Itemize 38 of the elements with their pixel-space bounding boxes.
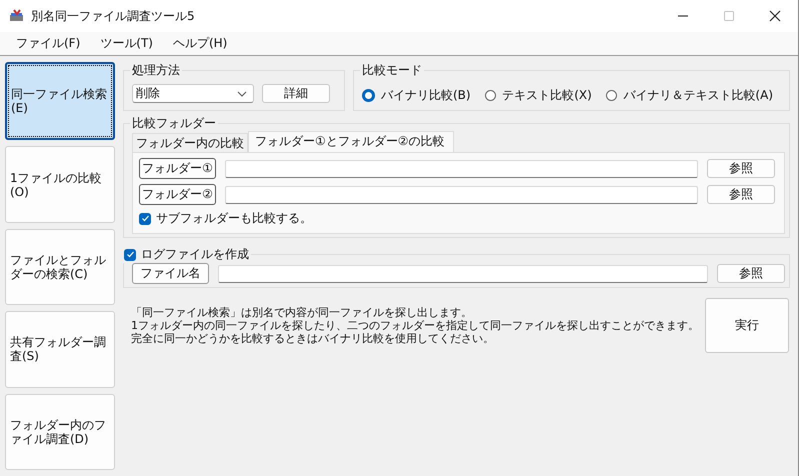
folder-path-field[interactable] bbox=[225, 186, 698, 204]
browse-button[interactable]: 参照 bbox=[707, 159, 775, 178]
browse-button[interactable]: 参照 bbox=[717, 264, 785, 283]
file-name-button[interactable]: ファイル名 bbox=[132, 263, 209, 284]
radio-option[interactable]: バイナリ＆テキスト比較(A) bbox=[606, 87, 773, 104]
method-dropdown[interactable]: 削除 bbox=[132, 84, 254, 103]
checkbox-label: サブフォルダーも比較する。 bbox=[156, 210, 312, 227]
radio-option[interactable]: テキスト比較(X) bbox=[485, 87, 592, 104]
window-title: 別名同一ファイル調査ツール5 bbox=[31, 8, 195, 24]
folder-button[interactable]: フォルダー② bbox=[139, 184, 216, 205]
file-name-field[interactable] bbox=[218, 264, 708, 282]
group-label: 比較フォルダー bbox=[131, 115, 217, 132]
sidebar-button[interactable]: フォルダー内のファイル調査(D) bbox=[5, 394, 115, 470]
folder-button[interactable]: フォルダー① bbox=[139, 158, 216, 179]
group-label: 処理方法 bbox=[131, 62, 181, 79]
menu-item[interactable]: ツール(T) bbox=[92, 33, 161, 54]
run-button[interactable]: 実行 bbox=[705, 298, 789, 353]
folder-path-field[interactable] bbox=[225, 160, 698, 178]
menu-item[interactable]: ファイル(F) bbox=[8, 33, 88, 54]
checkbox[interactable] bbox=[139, 212, 151, 224]
description-text: 「同一ファイル検索」は別名で内容が同一ファイルを探し出します。 1フォルダー内の同一ファイルを探したり、二つのフォルダーを指定して同一ファイルを探し出すことができます。 完全に同一かどうかを比較するときはバイナリ比較を使用してください。 bbox=[131, 306, 700, 345]
chevron-down-icon bbox=[237, 90, 247, 96]
maximize-icon bbox=[723, 10, 735, 22]
group-label: 比較モード bbox=[361, 62, 423, 79]
browse-button[interactable]: 参照 bbox=[707, 185, 775, 204]
tab[interactable]: フォルダー①とフォルダー②の比較 bbox=[248, 131, 454, 152]
checkbox-label: ログファイルを作成 bbox=[141, 246, 249, 263]
checkbox[interactable] bbox=[124, 248, 136, 260]
tab[interactable]: フォルダー内の比較 bbox=[132, 133, 248, 152]
detail-button[interactable]: 詳細 bbox=[262, 84, 330, 103]
sidebar-button[interactable]: ファイルとフォルダーの検索(C) bbox=[5, 228, 115, 306]
sidebar-button[interactable]: 同一ファイル検索(E) bbox=[5, 62, 115, 140]
radio-option[interactable]: バイナリ比較(B) bbox=[362, 87, 471, 104]
close-icon[interactable] bbox=[769, 10, 781, 22]
menu-item[interactable]: ヘルプ(H) bbox=[164, 33, 236, 54]
sidebar-button[interactable]: 1ファイルの比較(O) bbox=[5, 146, 115, 223]
app-icon bbox=[9, 9, 25, 23]
sidebar-button[interactable]: 共有フォルダー調査(S) bbox=[5, 311, 115, 388]
